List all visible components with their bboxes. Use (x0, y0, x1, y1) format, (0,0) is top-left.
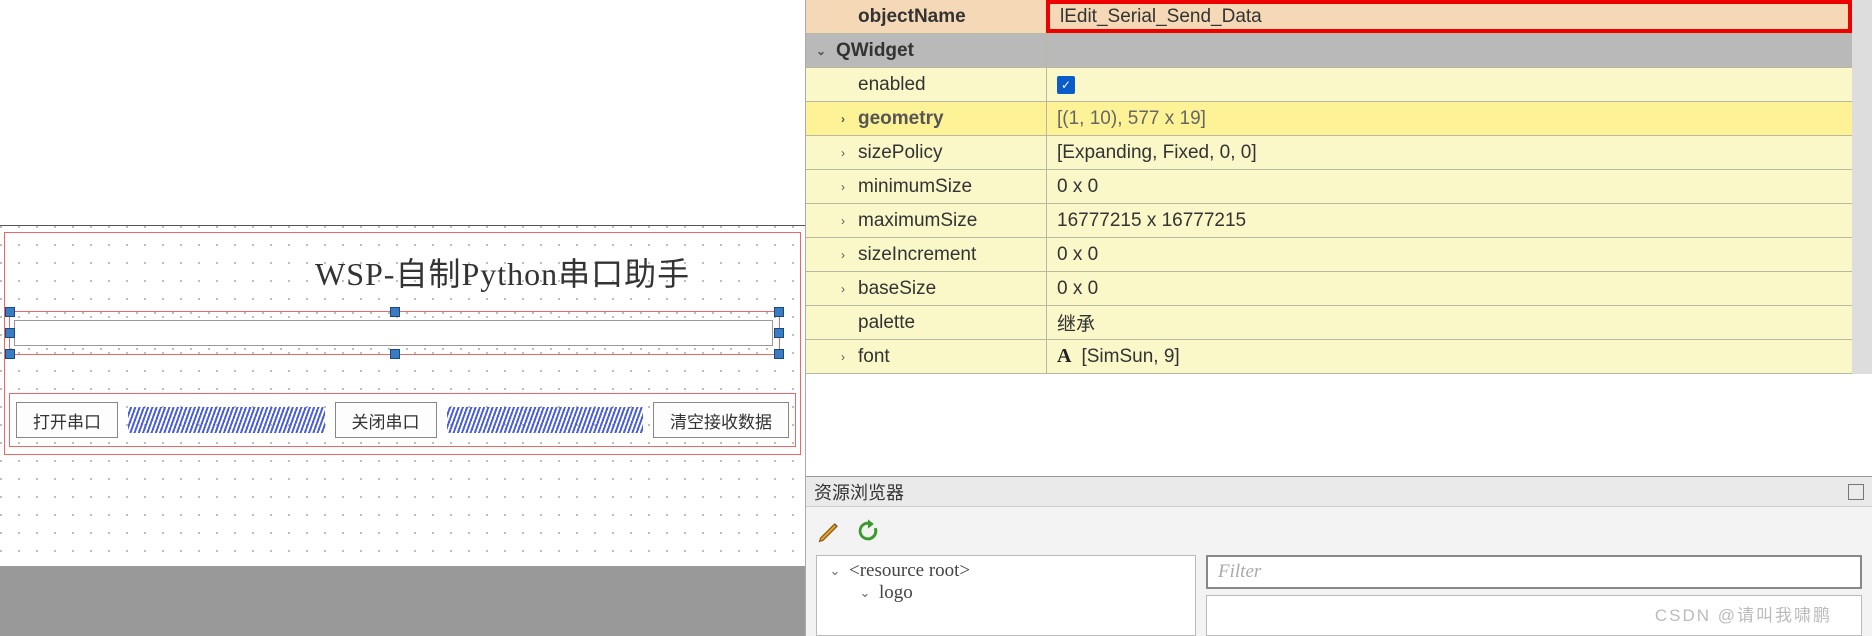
property-value: [SimSun, 9] (1081, 346, 1179, 368)
resize-handle[interactable] (774, 349, 784, 359)
enabled-checkbox[interactable]: ✓ (1057, 76, 1075, 94)
lineedit-layout[interactable] (9, 311, 780, 355)
property-value: 0 x 0 (1057, 244, 1098, 266)
designer-blank-area (0, 0, 805, 225)
resource-browser-title: 资源浏览器 (814, 479, 904, 505)
close-serial-button[interactable]: 关闭串口 (335, 402, 437, 438)
expand-icon[interactable]: › (836, 248, 850, 262)
property-value: [(1, 10), 577 x 19] (1057, 108, 1206, 130)
property-label: enabled (858, 74, 926, 96)
expand-icon[interactable]: › (836, 214, 850, 228)
resource-filter-input[interactable]: Filter (1206, 555, 1862, 589)
property-label: sizePolicy (858, 142, 942, 164)
property-editor: objectName lEdit_Serial_Send_Data ⌄ QWidg… (805, 0, 1872, 636)
property-row-palette[interactable]: palette 继承 (806, 306, 1852, 340)
property-label: baseSize (858, 278, 936, 300)
resize-handle[interactable] (5, 307, 15, 317)
form-designer-canvas[interactable]: WSP-自制Python串口助手 打开串口 关闭串口 (0, 0, 805, 636)
property-row-minimumsize[interactable]: › minimumSize 0 x 0 (806, 170, 1852, 204)
resize-handle[interactable] (774, 328, 784, 338)
property-label: font (858, 346, 890, 368)
property-value: 0 x 0 (1057, 176, 1098, 198)
property-row-basesize[interactable]: › baseSize 0 x 0 (806, 272, 1852, 306)
layout-frame[interactable]: WSP-自制Python串口助手 打开串口 关闭串口 (4, 232, 801, 455)
property-row-geometry[interactable]: › geometry [(1, 10), 577 x 19] (806, 102, 1852, 136)
expand-icon[interactable]: › (836, 282, 850, 296)
property-label: sizeIncrement (858, 244, 976, 266)
property-row-objectname[interactable]: objectName lEdit_Serial_Send_Data (806, 0, 1852, 34)
property-value: [Expanding, Fixed, 0, 0] (1057, 142, 1257, 164)
property-value: 0 x 0 (1057, 278, 1098, 300)
expand-icon[interactable]: › (836, 146, 850, 160)
resize-handle[interactable] (5, 349, 15, 359)
resource-tree[interactable]: ⌄ <resource root> ⌄ logo (816, 555, 1196, 636)
tree-expand-icon[interactable]: ⌄ (827, 563, 843, 579)
watermark: CSDN @请叫我啸鹏 (1655, 601, 1832, 626)
edit-resource-icon[interactable] (816, 517, 844, 545)
property-row-enabled[interactable]: enabled ✓ (806, 68, 1852, 102)
property-row-font[interactable]: › font A [SimSun, 9] (806, 340, 1852, 374)
property-row-sizeincrement[interactable]: › sizeIncrement 0 x 0 (806, 238, 1852, 272)
resize-handle[interactable] (774, 307, 784, 317)
resize-handle[interactable] (390, 349, 400, 359)
designer-bottom-margin (0, 566, 805, 636)
property-label: geometry (858, 108, 944, 130)
undock-icon[interactable] (1848, 484, 1864, 500)
property-row-sizepolicy[interactable]: › sizePolicy [Expanding, Fixed, 0, 0] (806, 136, 1852, 170)
expand-icon[interactable]: › (836, 112, 850, 126)
title-label: WSP-自制Python串口助手 (315, 249, 690, 295)
designer-grid[interactable]: WSP-自制Python串口助手 打开串口 关闭串口 (0, 225, 805, 636)
clear-recv-button[interactable]: 清空接收数据 (653, 402, 789, 438)
resize-handle[interactable] (390, 307, 400, 317)
ledit-serial-send-data[interactable] (14, 320, 773, 346)
expand-icon[interactable]: › (836, 180, 850, 194)
property-value: 继承 (1057, 309, 1095, 336)
horizontal-spacer (128, 407, 325, 433)
vertical-scrollbar[interactable] (1852, 0, 1872, 374)
property-label: QWidget (836, 40, 914, 62)
refresh-icon[interactable] (854, 517, 882, 545)
tree-node-logo[interactable]: logo (879, 582, 913, 604)
font-icon: A (1057, 345, 1071, 368)
property-row-maximumsize[interactable]: › maximumSize 16777215 x 16777215 (806, 204, 1852, 238)
property-label: palette (858, 312, 915, 334)
resize-handle[interactable] (5, 328, 15, 338)
expand-icon[interactable]: › (836, 350, 850, 364)
property-row-qwidget[interactable]: ⌄ QWidget (806, 34, 1852, 68)
open-serial-button[interactable]: 打开串口 (16, 402, 118, 438)
objectname-value[interactable]: lEdit_Serial_Send_Data (1046, 0, 1852, 33)
property-label: objectName (858, 6, 966, 28)
button-row-layout[interactable]: 打开串口 关闭串口 清空接收数据 (9, 393, 796, 447)
property-value: 16777215 x 16777215 (1057, 210, 1246, 232)
tree-expand-icon[interactable]: ⌄ (857, 585, 873, 601)
expand-icon[interactable]: ⌄ (814, 44, 828, 58)
tree-node-root[interactable]: <resource root> (849, 560, 970, 582)
property-label: maximumSize (858, 210, 977, 232)
horizontal-spacer (447, 407, 644, 433)
property-label: minimumSize (858, 176, 972, 198)
